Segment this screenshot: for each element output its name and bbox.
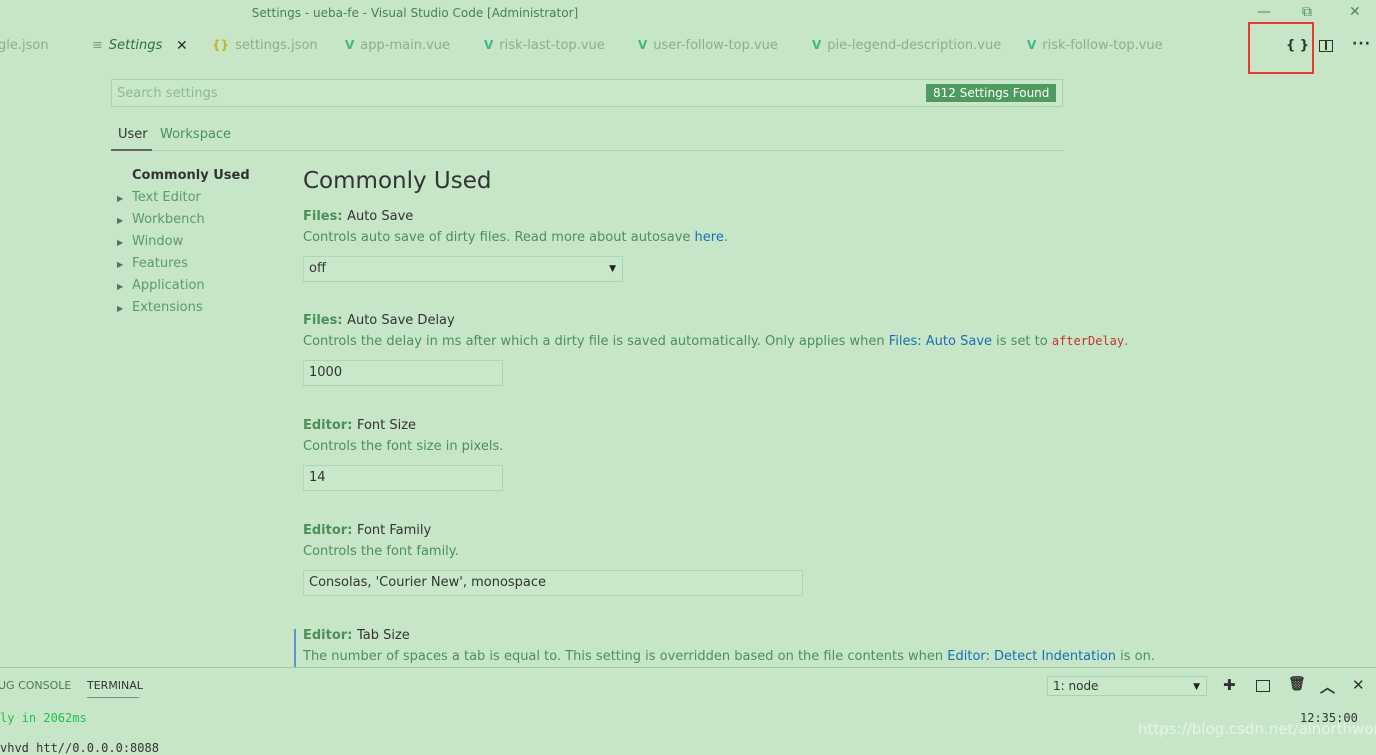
trash-icon[interactable]: 🗑 <box>1288 676 1306 692</box>
setting-label-font-family: Editor: Font Family <box>303 523 432 538</box>
toc-item-extensions[interactable]: ▶ Extensions <box>117 300 203 322</box>
setting-desc-font-size: Controls the font size in pixels. <box>303 439 504 454</box>
tab-user[interactable]: User <box>118 127 148 142</box>
scope-active-indicator <box>111 149 152 151</box>
chevron-up-icon[interactable]: ︿ <box>1320 676 1335 697</box>
tab-risk-follow-top[interactable]: Vrisk-follow-top.vue <box>1027 38 1163 58</box>
toc-item-features[interactable]: ▶ Features <box>117 256 188 278</box>
more-actions-icon[interactable]: ··· <box>1352 36 1371 52</box>
minimize-button[interactable]: — <box>1257 4 1271 20</box>
brace-icon: {} <box>212 38 230 52</box>
split-terminal-icon[interactable] <box>1256 680 1270 692</box>
auto-save-select[interactable]: off ▼ <box>303 256 623 282</box>
tab-label: risk-last-top.vue <box>499 38 605 53</box>
toc-item-workbench[interactable]: ▶ Workbench <box>117 212 205 234</box>
detect-indentation-link[interactable]: Editor: Detect Indentation <box>947 649 1116 664</box>
window-title: Settings - ueba-fe - Visual Studio Code … <box>251 6 579 20</box>
tab-settings-json[interactable]: {} settings.json <box>212 38 318 58</box>
tab-label: risk-follow-top.vue <box>1042 38 1163 53</box>
tab-label: user-follow-top.vue <box>653 38 778 53</box>
split-editor-icon[interactable] <box>1319 40 1333 52</box>
vue-icon: V <box>345 38 355 52</box>
watermark: https://blog.csdn.net/alnorthword <box>1138 720 1376 738</box>
setting-desc-auto-save: Controls auto save of dirty files. Read … <box>303 230 728 245</box>
tab-label: settings.json <box>235 38 318 53</box>
tab-app-main[interactable]: Vapp-main.vue <box>345 38 450 58</box>
vue-icon: V <box>484 38 494 52</box>
tab-settings[interactable]: ≡ Settings <box>92 38 162 58</box>
section-title: Commonly Used <box>303 168 492 194</box>
close-window-button[interactable]: ✕ <box>1349 4 1361 20</box>
terminal-tab-indicator <box>87 697 139 698</box>
search-box[interactable] <box>111 79 1063 107</box>
font-size-input[interactable]: 14 <box>303 465 503 491</box>
setting-desc-auto-save-delay: Controls the delay in ms after which a d… <box>303 334 1129 349</box>
settings-file-icon: ≡ <box>92 38 103 53</box>
new-terminal-icon[interactable]: ✚ <box>1223 676 1236 694</box>
terminal-line: vhvd htt//0.0.0.0:8088 <box>0 741 159 755</box>
setting-label-auto-save-delay: Files: Auto Save Delay <box>303 313 455 328</box>
chevron-right-icon: ▶ <box>117 216 124 225</box>
open-settings-json-icon[interactable]: { } <box>1286 38 1309 53</box>
terminal-line: ly in 2062ms <box>0 711 87 725</box>
vue-icon: V <box>812 38 822 52</box>
tab-debug-console[interactable]: UG CONSOLE <box>0 679 71 692</box>
tab-workspace[interactable]: Workspace <box>160 127 231 142</box>
tab-risk-last-top[interactable]: Vrisk-last-top.vue <box>484 38 605 58</box>
tab-label: app-main.vue <box>360 38 451 53</box>
chevron-right-icon: ▶ <box>117 194 124 203</box>
toc-item-application[interactable]: ▶ Application <box>117 278 205 300</box>
vue-icon: V <box>1027 38 1037 52</box>
settings-count-badge: 812 Settings Found <box>926 84 1057 102</box>
tab-label: gle.json <box>0 38 49 53</box>
modified-indicator <box>294 629 296 667</box>
font-family-input[interactable]: Consolas, 'Courier New', monospace <box>303 570 803 596</box>
toc-item-text-editor[interactable]: ▶ Text Editor <box>117 190 201 212</box>
dropdown-arrow-icon: ▼ <box>1193 682 1200 692</box>
close-panel-icon[interactable]: ✕ <box>1352 676 1365 694</box>
chevron-right-icon: ▶ <box>117 282 124 291</box>
autosave-help-link[interactable]: here <box>695 230 724 245</box>
search-input[interactable] <box>112 80 817 106</box>
dropdown-arrow-icon: ▼ <box>609 264 616 274</box>
setting-desc-tab-size: The number of spaces a tab is equal to. … <box>303 649 1156 664</box>
auto-save-delay-input[interactable]: 1000 <box>303 360 503 386</box>
tab-pie-legend-description[interactable]: Vpie-legend-description.vue <box>812 38 1001 58</box>
chevron-right-icon: ▶ <box>117 304 124 313</box>
tab-gle-json[interactable]: gle.json <box>0 38 49 58</box>
tab-label: pie-legend-description.vue <box>827 38 1002 53</box>
setting-desc-font-family: Controls the font family. <box>303 544 459 559</box>
panel-divider <box>0 667 1376 668</box>
toc-item-commonly-used[interactable]: Commonly Used <box>117 168 250 190</box>
tab-user-follow-top[interactable]: Vuser-follow-top.vue <box>638 38 778 58</box>
chevron-right-icon: ▶ <box>117 260 124 269</box>
setting-label-tab-size: Editor: Tab Size <box>303 628 410 643</box>
files-auto-save-link[interactable]: Files: Auto Save <box>889 334 992 349</box>
tab-label: Settings <box>108 38 163 53</box>
close-tab-icon[interactable]: ✕ <box>176 38 188 54</box>
chevron-right-icon: ▶ <box>117 238 124 247</box>
terminal-select[interactable]: 1: node ▼ <box>1047 676 1207 696</box>
scope-divider <box>111 150 1063 151</box>
tab-terminal[interactable]: TERMINAL <box>87 679 143 692</box>
toc-item-window[interactable]: ▶ Window <box>117 234 183 256</box>
vue-icon: V <box>638 38 648 52</box>
setting-label-auto-save: Files: Auto Save <box>303 209 414 224</box>
restore-button[interactable]: ⧉ <box>1302 4 1312 20</box>
setting-label-font-size: Editor: Font Size <box>303 418 417 433</box>
